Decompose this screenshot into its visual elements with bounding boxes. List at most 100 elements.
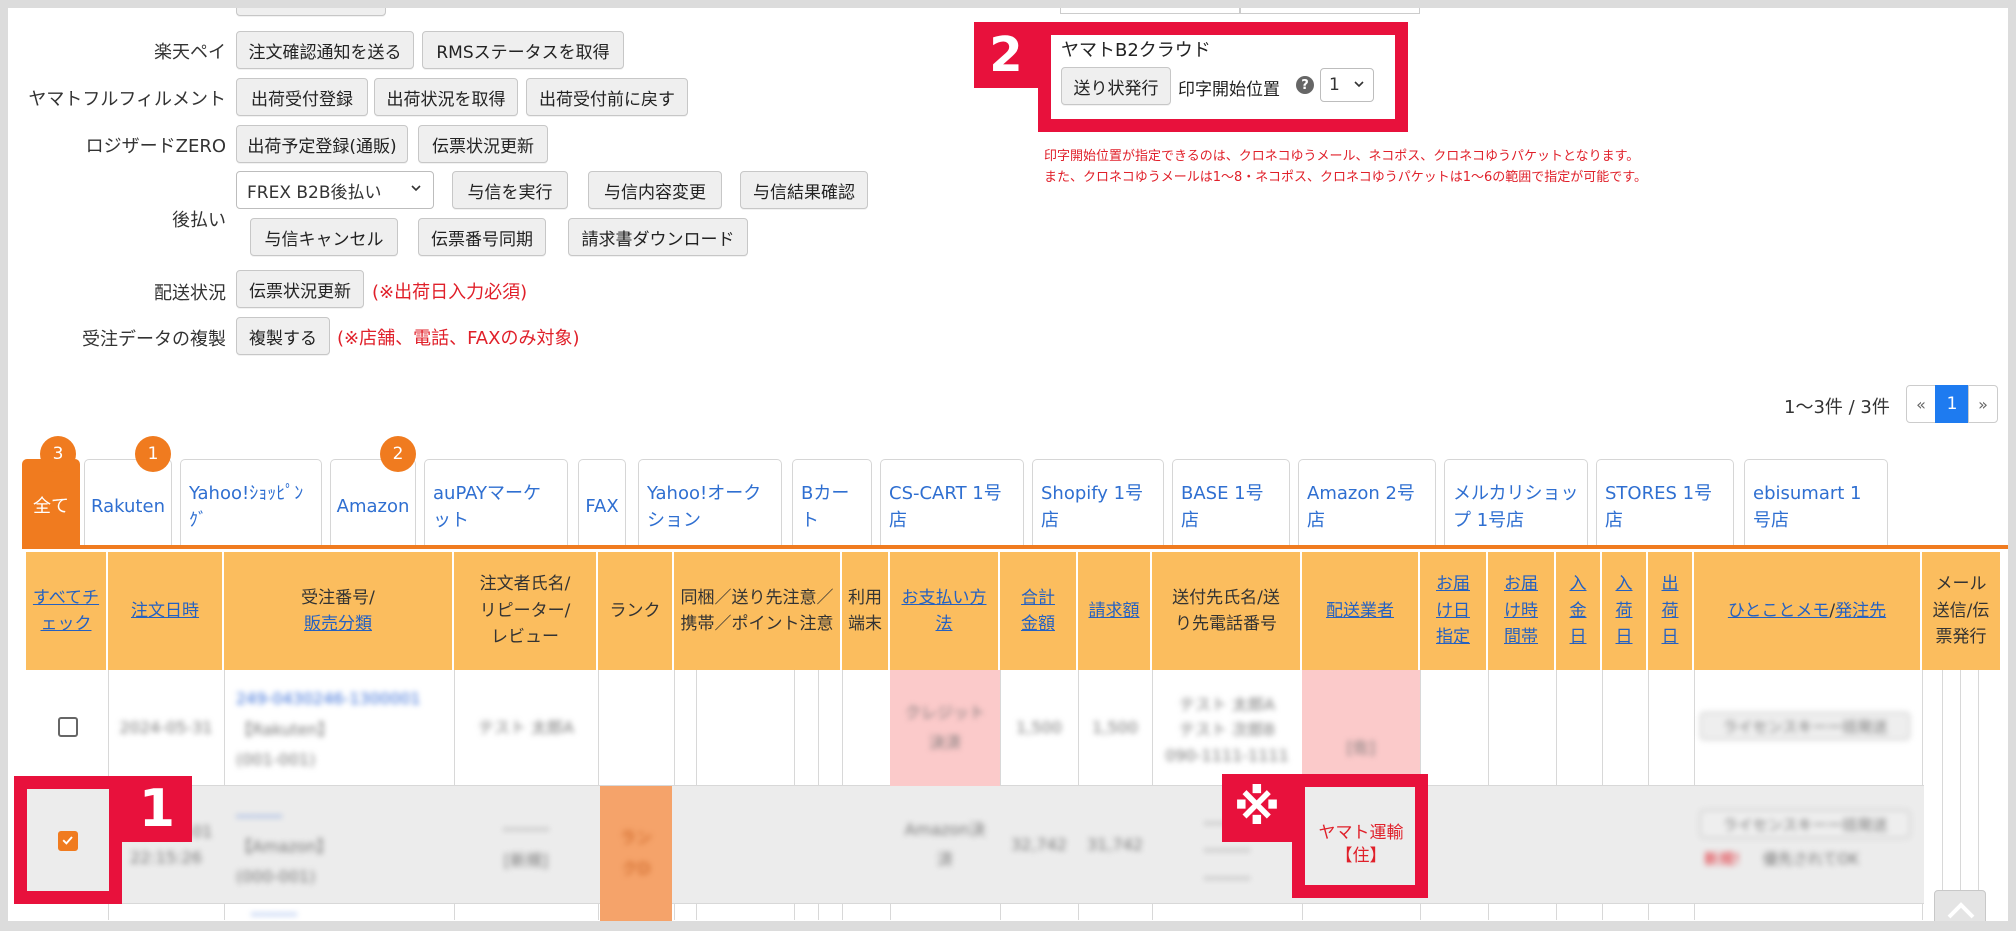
shipping-registration-button[interactable]: 出荷受付登録: [236, 78, 368, 116]
tab-cscart[interactable]: CS-CART 1号店: [880, 459, 1024, 545]
bundle-header: 同梱／送り先注意／携帯／ポイント注意: [680, 587, 834, 634]
recipient-phone: --------: [1203, 867, 1251, 887]
order-date-sort-link[interactable]: 注文日時: [131, 598, 199, 624]
col-payment[interactable]: お支払い方法: [890, 552, 1000, 670]
col-billing[interactable]: 請求額: [1078, 552, 1152, 670]
label-rakuten-pay: 楽天ペイ: [154, 42, 226, 63]
col-check-all[interactable]: すべてチェック: [26, 552, 108, 670]
row-checkbox[interactable]: [58, 717, 78, 737]
slip-status-update-button[interactable]: 伝票状況更新: [418, 125, 548, 163]
order-dest-sort-link[interactable]: 発注先: [1835, 598, 1886, 624]
sales-class: (000-001): [236, 867, 316, 887]
shipping-plan-register-button[interactable]: 出荷予定登録(通販): [236, 125, 408, 163]
get-rms-status-button[interactable]: RMSステータスを取得: [422, 31, 624, 69]
payment-cell: Amazon決済: [904, 819, 986, 869]
order-time: 22:15:26: [130, 848, 202, 867]
order-no-link[interactable]: --------: [236, 801, 282, 831]
get-shipping-status-button[interactable]: 出荷状況を取得: [374, 78, 518, 116]
order-no-header: 受注番号/: [301, 587, 375, 608]
order-no-cell: -------- 【Amazon】 (000-001): [224, 792, 454, 902]
col-ship-date[interactable]: 出荷日: [1648, 552, 1694, 670]
tab-amazon[interactable]: Amazon: [330, 459, 416, 545]
tab-aupay[interactable]: auPAYマーケット: [424, 459, 568, 545]
paid-date-sort-link[interactable]: 入金日: [1568, 571, 1588, 650]
col-carrier[interactable]: 配送業者: [1302, 552, 1420, 670]
customer-cell: テスト 太郎A: [477, 717, 575, 737]
tab-label: FAX: [585, 496, 619, 518]
tab-yahoo-auction[interactable]: Yahoo!オークション: [638, 459, 782, 545]
download-invoice-button[interactable]: 請求書ダウンロード: [568, 218, 748, 256]
tab-bcart[interactable]: Bカート: [792, 459, 872, 545]
run-credit-button[interactable]: 与信を実行: [452, 171, 568, 209]
col-order-date[interactable]: 注文日時: [108, 552, 224, 670]
col-customer: 注文者氏名/リピーター/レビュー: [454, 552, 598, 670]
billing-sort-link[interactable]: 請求額: [1089, 598, 1140, 624]
memo-pill[interactable]: ライセンスキー一括発送: [1700, 810, 1910, 838]
pagination-page-1[interactable]: 1: [1935, 385, 1969, 423]
arrival-date-sort-link[interactable]: 入荷日: [1614, 571, 1634, 650]
tab-stores[interactable]: STORES 1号店: [1596, 459, 1734, 545]
check-credit-result-button[interactable]: 与信結果確認: [740, 171, 868, 209]
highlight-box-checkbox: [14, 776, 122, 904]
pagination-summary: 1〜3件 / 3件: [1784, 397, 1890, 418]
carrier-value: [佐]: [1346, 737, 1376, 757]
shop-name: 【Amazon】: [236, 836, 333, 856]
atobarai-select[interactable]: FREX B2B後払い: [236, 171, 434, 209]
memo-sort-link[interactable]: ひとことメモ: [1728, 598, 1830, 624]
tab-amazon-2[interactable]: Amazon 2号店: [1298, 459, 1436, 545]
delivery-status-note: (※出荷日入力必須): [372, 282, 528, 303]
duplicate-note: (※店舗、電話、FAXのみ対象): [337, 328, 580, 349]
rank-cell: [600, 904, 672, 924]
duplicate-button[interactable]: 複製する: [236, 317, 330, 355]
label-delivery-status: 配送状況: [154, 283, 226, 304]
order-no-link[interactable]: 249-0430246-1300001: [236, 684, 421, 714]
tab-all[interactable]: 全て: [22, 459, 80, 545]
callout-number-1: 1: [122, 776, 192, 842]
order-no-link[interactable]: --------: [224, 904, 324, 924]
tab-mercari[interactable]: メルカリショップ 1号店: [1444, 459, 1588, 545]
col-delivery-time[interactable]: お届け時間帯: [1488, 552, 1556, 670]
shop-name: 【Rakuten】: [236, 719, 334, 739]
col-bundle: 同梱／送り先注意／携帯／ポイント注意: [674, 552, 842, 670]
tab-label: メルカリショップ 1号店: [1453, 483, 1579, 531]
tab-ebisumart[interactable]: ebisumart 1号店: [1744, 459, 1888, 545]
col-mail: メール送信/伝票発行: [1922, 552, 2002, 670]
scroll-top-button[interactable]: [1934, 890, 1986, 930]
rank-header: ランク: [609, 600, 661, 621]
delivery-date-sort-link[interactable]: お届け日指定: [1428, 571, 1478, 650]
sync-slip-number-button[interactable]: 伝票番号同期: [418, 218, 546, 256]
total-sort-link[interactable]: 合計金額: [1014, 585, 1062, 638]
rank-value: ランクD: [619, 828, 652, 878]
tab-rakuten[interactable]: Rakuten: [84, 459, 172, 545]
col-rank: ランク: [598, 552, 674, 670]
check-all-link[interactable]: すべてチェック: [26, 585, 106, 638]
col-paid-date[interactable]: 入金日: [1556, 552, 1602, 670]
tab-badge: 3: [40, 436, 76, 472]
ship-date-sort-link[interactable]: 出荷日: [1660, 571, 1680, 650]
tab-label: CS-CART 1号店: [889, 483, 1002, 531]
atobarai-select-value: FREX B2B後払い: [247, 182, 382, 203]
send-order-confirm-button[interactable]: 注文確認通知を送る: [236, 31, 414, 69]
tab-label: Bカート: [801, 483, 850, 531]
revert-shipping-button[interactable]: 出荷受付前に戻す: [526, 78, 688, 116]
tab-yahoo-shopping[interactable]: Yahoo!ｼｮｯﾋﾟﾝｸﾞ: [180, 459, 322, 545]
col-arrival-date[interactable]: 入荷日: [1602, 552, 1648, 670]
cutoff-button[interactable]: [236, 0, 386, 16]
cancel-credit-button[interactable]: 与信キャンセル: [250, 218, 398, 256]
pagination-prev[interactable]: «: [1906, 385, 1936, 423]
delivery-time-sort-link[interactable]: お届け時間帯: [1496, 571, 1546, 650]
col-total[interactable]: 合計金額: [1000, 552, 1078, 670]
recipient-name-2: テスト 次郎B: [1178, 720, 1276, 740]
memo-pill[interactable]: ライセンスキー一括発送: [1700, 712, 1910, 740]
delivery-slip-update-button[interactable]: 伝票状況更新: [236, 270, 364, 308]
tab-shopify[interactable]: Shopify 1号店: [1032, 459, 1164, 545]
payment-sort-link[interactable]: お支払い方法: [896, 585, 992, 638]
change-credit-button[interactable]: 与信内容変更: [588, 171, 722, 209]
b2cloud-note-2: また、クロネコゆうメールは1〜8・ネコポス、クロネコゆうパケットは1〜6の範囲で…: [1044, 170, 1648, 185]
tab-base[interactable]: BASE 1号店: [1172, 459, 1290, 545]
tab-fax[interactable]: FAX: [578, 459, 626, 545]
pagination-next[interactable]: »: [1968, 385, 1998, 423]
carrier-sort-link[interactable]: 配送業者: [1326, 598, 1394, 624]
col-delivery-date[interactable]: お届け日指定: [1420, 552, 1488, 670]
sales-class-sort-link[interactable]: 販売分類: [304, 611, 372, 637]
